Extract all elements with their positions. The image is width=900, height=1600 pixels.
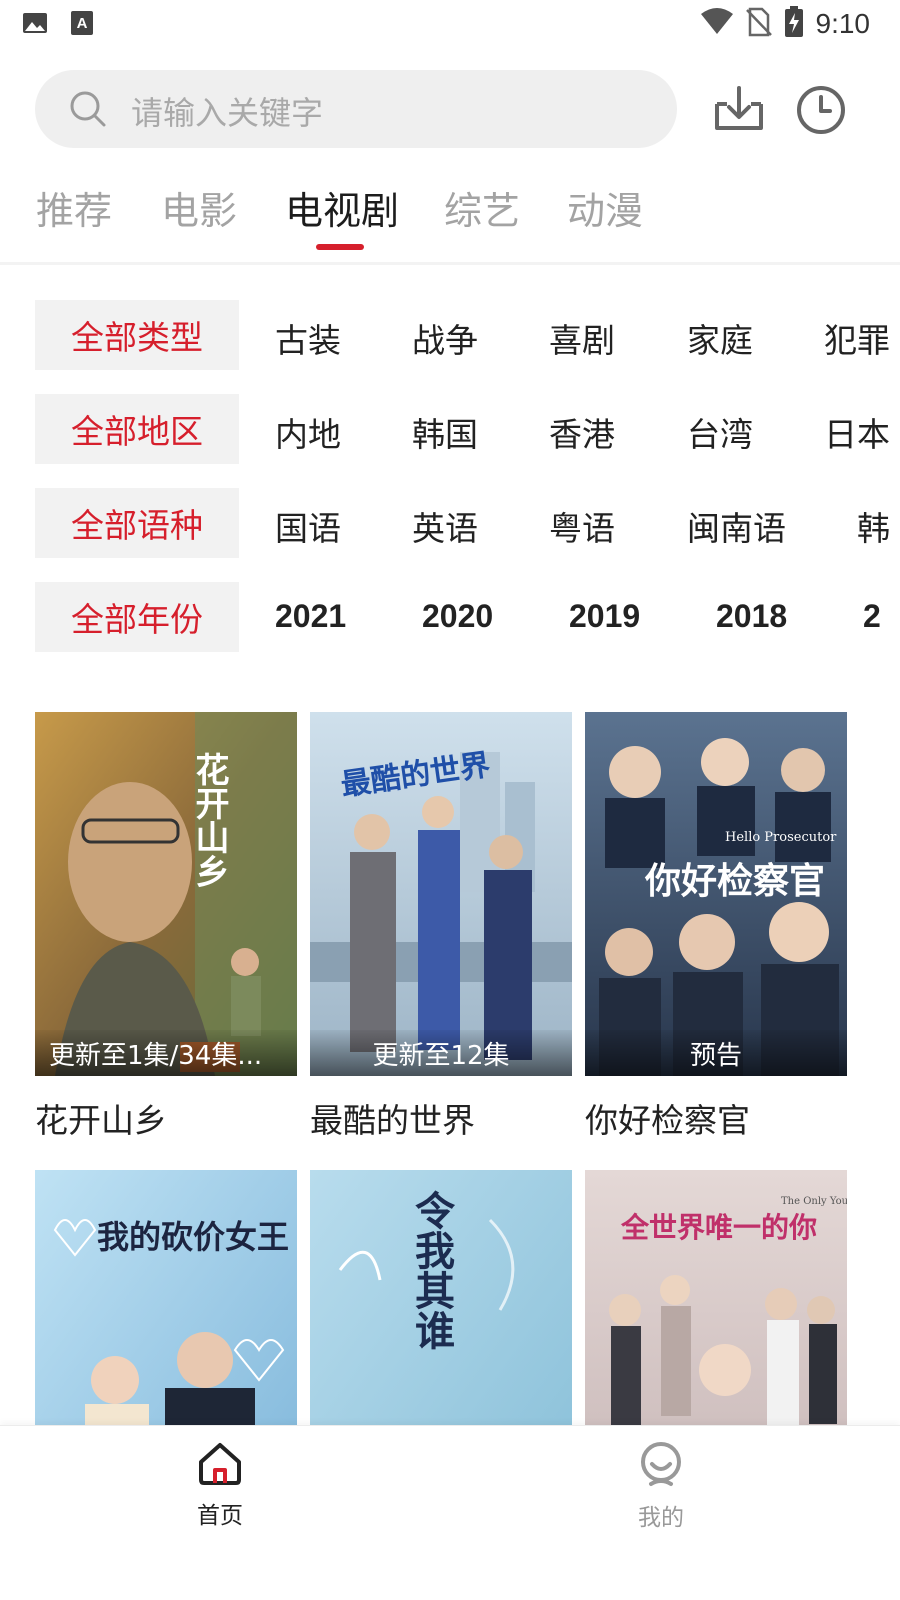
filter-option[interactable]: 香港	[549, 408, 615, 456]
filter-option[interactable]: 2018	[716, 598, 787, 635]
filter-option[interactable]: 古装	[275, 314, 341, 362]
drama-card[interactable]: 最酷的世界 更新至12集 最酷的世界	[310, 712, 572, 1142]
episode-badge: 更新至12集	[310, 1030, 572, 1076]
filter-option[interactable]: 英语	[412, 502, 478, 550]
nav-home-label: 首页	[197, 1503, 243, 1529]
filter-option[interactable]: 家庭	[687, 314, 753, 362]
gallery-icon	[22, 10, 48, 40]
poster-title-text: 令我其谁	[408, 1190, 455, 1350]
filter-option[interactable]: 国语	[275, 502, 341, 550]
filter-type-all[interactable]: 全部类型	[35, 300, 239, 370]
filter-option[interactable]: 2020	[422, 598, 493, 635]
filter-option[interactable]: 喜剧	[549, 314, 615, 362]
search-placeholder: 请输入关键字	[131, 94, 324, 132]
download-button[interactable]	[713, 84, 765, 138]
nav-profile[interactable]: 我的	[601, 1440, 721, 1532]
poster-subtitle-text: The Only You	[781, 1196, 847, 1207]
filter-row-language: 全部语种 国语 英语 粤语 闽南语 韩	[35, 488, 900, 560]
status-bar: A 9:10	[0, 0, 900, 50]
nav-home[interactable]: 首页	[160, 1440, 280, 1530]
tab-anime[interactable]: 动漫	[567, 180, 643, 235]
poster-subtitle-text: Hello Prosecutor	[725, 830, 837, 845]
filter-language-all[interactable]: 全部语种	[35, 488, 239, 558]
drama-title: 花开山乡	[35, 1101, 167, 1140]
active-tab-indicator	[316, 244, 364, 250]
download-icon	[713, 86, 765, 138]
nav-profile-label: 我的	[638, 1505, 684, 1531]
filter-option[interactable]: 粤语	[549, 502, 615, 550]
poster-image: 花开山乡 更新至1集/34集...	[35, 712, 297, 1076]
poster-image: 你好检察官 Hello Prosecutor 预告	[585, 712, 847, 1076]
filter-option[interactable]: 犯罪	[824, 314, 890, 362]
svg-text:A: A	[77, 15, 88, 32]
filter-option[interactable]: 战争	[412, 314, 478, 362]
tab-recommend[interactable]: 推荐	[36, 180, 112, 235]
filter-year-all[interactable]: 全部年份	[35, 582, 239, 652]
tabs-divider	[0, 262, 900, 265]
battery-charging-icon	[784, 6, 804, 42]
profile-icon	[637, 1442, 685, 1492]
poster-title-text: 全世界唯一的你	[621, 1211, 818, 1244]
search-input[interactable]: 请输入关键字	[35, 70, 677, 148]
filter-option[interactable]: 台湾	[687, 408, 753, 456]
filter-option[interactable]: 日本	[824, 408, 890, 456]
status-time: 9:10	[815, 8, 871, 39]
bottom-navigation: 首页 我的	[0, 1425, 900, 1600]
wifi-icon	[700, 8, 734, 40]
history-clock-icon	[795, 86, 847, 140]
tab-movie[interactable]: 电影	[161, 180, 237, 235]
filter-row-region: 全部地区 内地 韩国 香港 台湾 日本	[35, 394, 900, 466]
filter-row-year: 全部年份 2021 2020 2019 2018 2	[35, 582, 900, 654]
filter-option[interactable]: 韩	[857, 502, 890, 550]
no-sim-icon	[745, 7, 772, 41]
filter-option[interactable]: 2019	[569, 598, 640, 635]
tab-tv-series[interactable]: 电视剧	[285, 180, 399, 235]
drama-title: 最酷的世界	[310, 1101, 475, 1140]
episode-badge: 预告	[585, 1030, 847, 1076]
search-icon	[69, 90, 107, 132]
home-icon	[196, 1443, 244, 1490]
filter-option[interactable]: 内地	[275, 408, 341, 456]
drama-card[interactable]: 花开山乡 更新至1集/34集... 花开山乡	[35, 712, 297, 1142]
filter-option[interactable]: 韩国	[412, 408, 478, 456]
poster-image: 最酷的世界 更新至12集	[310, 712, 572, 1076]
drama-title: 你好检察官	[585, 1101, 750, 1140]
filter-region-all[interactable]: 全部地区	[35, 394, 239, 464]
filter-option[interactable]: 闽南语	[687, 502, 786, 550]
poster-title-text: 花开山乡	[189, 752, 229, 888]
text-a-icon: A	[70, 10, 94, 40]
episode-badge: 更新至1集/34集...	[35, 1030, 297, 1076]
poster-title-text: 我的砍价女王	[97, 1218, 290, 1256]
search-row: 请输入关键字	[35, 70, 865, 150]
history-button[interactable]	[795, 84, 847, 140]
tab-variety[interactable]: 综艺	[444, 180, 520, 235]
drama-card[interactable]: 你好检察官 Hello Prosecutor 预告 你好检察官	[585, 712, 847, 1142]
filter-row-type: 全部类型 古装 战争 喜剧 家庭 犯罪	[35, 300, 900, 372]
filter-option[interactable]: 2021	[275, 598, 346, 635]
filter-option[interactable]: 2	[863, 598, 881, 635]
poster-title-text: 你好检察官	[645, 860, 826, 902]
